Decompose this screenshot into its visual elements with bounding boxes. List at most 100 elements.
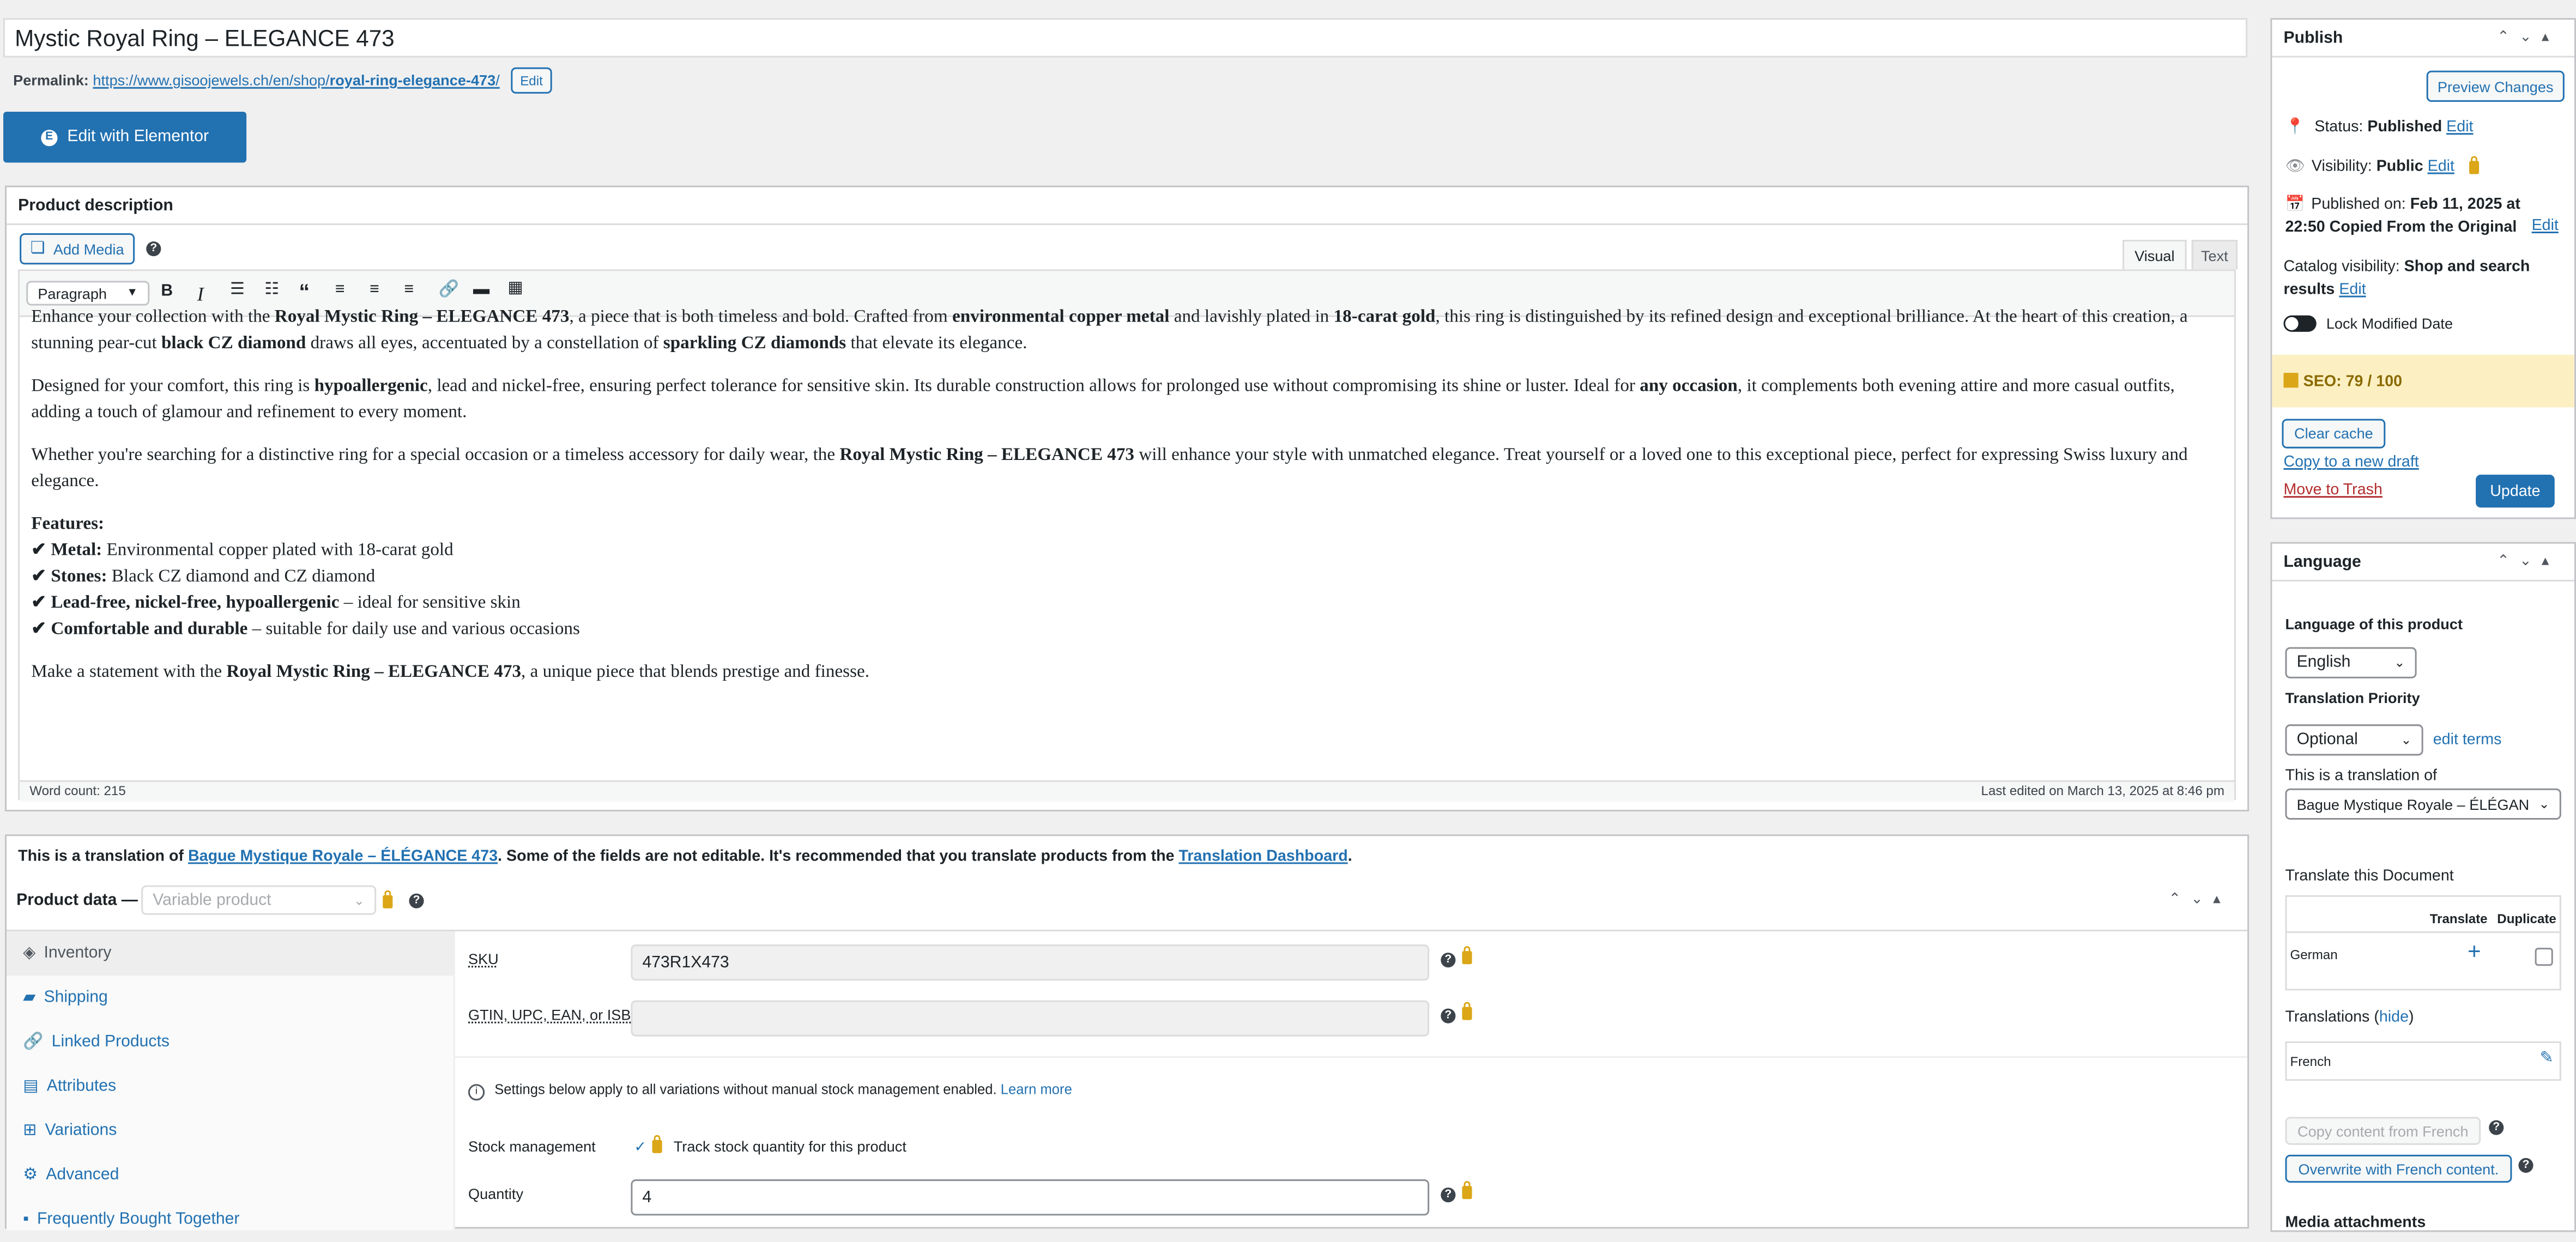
translation-priority-select[interactable]: Optional ⌄ (2285, 724, 2423, 756)
tab-shipping[interactable]: ▰ Shipping (7, 976, 453, 1020)
help-icon[interactable]: ? (2489, 1120, 2504, 1135)
original-product-link[interactable]: Bague Mystique Royale – ÉLÉGANCE 473 (188, 847, 498, 865)
update-button[interactable]: Update (2476, 475, 2555, 508)
language-select[interactable]: English ⌄ (2285, 647, 2417, 678)
help-icon[interactable]: ? (2518, 1158, 2533, 1173)
edit-with-elementor-button[interactable]: E Edit with Elementor (3, 111, 247, 163)
copy-content-button[interactable]: Copy content from French (2285, 1117, 2481, 1145)
p1-bold-5: sparkling CZ diamonds (663, 333, 846, 354)
p4-bold-1: Royal Mystic Ring – ELEGANCE 473 (226, 662, 522, 682)
sku-input[interactable]: 473R1X473 (631, 944, 1430, 981)
translation-notice: This is a translation of Bague Mystique … (18, 847, 1352, 865)
panel-arrows[interactable]: ⌃⌄▴ (2497, 552, 2559, 570)
add-media-button[interactable]: ❏ Add Media (20, 233, 135, 265)
stock-management-checkbox[interactable]: ✓ (634, 1138, 646, 1156)
align-center-icon[interactable]: ≡ (370, 281, 379, 299)
tab-inventory[interactable]: ◈ Inventory (7, 931, 453, 976)
preview-changes-button[interactable]: Preview Changes (2426, 70, 2565, 102)
translation-dashboard-link[interactable]: Translation Dashboard (1178, 847, 1347, 865)
link-icon: 🔗 (23, 1033, 44, 1051)
bold-icon[interactable]: B (161, 282, 173, 300)
copy-to-draft-link[interactable]: Copy to a new draft (2283, 453, 2418, 471)
p2-text-a: Designed for your comfort, this ring is (31, 376, 315, 396)
tab-visual[interactable]: Visual (2123, 240, 2187, 270)
tab-advanced[interactable]: ⚙ Advanced (7, 1153, 453, 1197)
pencil-icon[interactable]: ✎ (2540, 1050, 2554, 1068)
description-paragraph-2: Designed for your comfort, this ring is … (31, 373, 2226, 425)
tab-label: Attributes (46, 1077, 117, 1096)
published-row: 📅 Published on: Feb 11, 2025 at 22:50 Cop… (2285, 194, 2564, 240)
visibility-row: 👁 Visibility: Public Edit (2285, 157, 2454, 175)
product-type-select[interactable]: Variable product ⌄ (141, 885, 377, 915)
notice-text-c: . (1347, 847, 1352, 866)
table-divider (2287, 931, 2560, 933)
gear-icon: ⚙ (23, 1166, 38, 1185)
learn-more-link[interactable]: Learn more (1001, 1081, 1072, 1097)
published-date: Feb 11, 2025 at (2410, 195, 2520, 214)
edit-terms-link[interactable]: edit terms (2433, 731, 2502, 749)
copy-content-label: Copy content from French (2297, 1123, 2469, 1140)
help-icon[interactable]: ? (409, 893, 424, 908)
seo-icon (2283, 373, 2299, 388)
variations-notice: i Settings below apply to all variations … (468, 1081, 1072, 1101)
toolbar-toggle-icon[interactable]: ▦ (507, 279, 523, 297)
format-label: Paragraph (38, 284, 107, 302)
move-to-trash-link[interactable]: Move to Trash (2283, 481, 2382, 499)
help-icon[interactable]: ? (1441, 1188, 1456, 1203)
blockquote-icon[interactable]: “ (299, 279, 310, 304)
plus-icon[interactable]: + (2468, 938, 2481, 964)
catalog-edit-link[interactable]: Edit (2339, 281, 2366, 299)
clear-cache-button[interactable]: Clear cache (2282, 419, 2386, 449)
permalink-link[interactable]: https://www.gisoojewels.ch/en/shop/royal… (93, 72, 499, 89)
visibility-label: Visibility: (2311, 157, 2372, 176)
tab-linked-products[interactable]: 🔗 Linked Products (7, 1020, 453, 1064)
format-select[interactable]: Paragraph ▼ (26, 281, 150, 306)
calendar-icon: 📅 (2285, 195, 2305, 214)
p1-text-c: , a piece that is both timeless and bold… (569, 307, 952, 327)
visibility-edit-link[interactable]: Edit (2428, 157, 2454, 175)
row-lang-german: German (2290, 948, 2338, 963)
gtin-input[interactable] (631, 1000, 1430, 1037)
overwrite-button[interactable]: Overwrite with French content. (2285, 1154, 2512, 1183)
quantity-value: 4 (642, 1188, 652, 1207)
help-icon[interactable]: ? (1441, 953, 1456, 968)
link-icon[interactable]: 🔗 (439, 281, 459, 299)
editor-content[interactable]: Enhance your collection with the Royal M… (31, 304, 2226, 701)
align-right-icon[interactable]: ≡ (404, 281, 414, 299)
translate-table: Translate Duplicate German + (2285, 895, 2561, 991)
tab-label: Variations (45, 1122, 117, 1140)
translation-of-label: This is a translation of (2285, 767, 2437, 785)
description-paragraph-4: Make a statement with the Royal Mystic R… (31, 659, 2226, 685)
panel-arrows[interactable]: ⌃⌄▴ (2497, 28, 2559, 46)
hide-link[interactable]: hide (2379, 1009, 2409, 1027)
product-data-box: This is a translation of Bague Mystique … (5, 834, 2250, 1231)
stock-management-label: Stock management (468, 1138, 596, 1155)
clear-cache-label: Clear cache (2294, 425, 2373, 442)
tab-text[interactable]: Text (2191, 240, 2238, 270)
panel-arrows[interactable]: ⌃⌄▴ (2168, 890, 2230, 908)
translation-of-select[interactable]: Bague Mystique Royale – ÉLÉGAN ⌄ (2285, 788, 2561, 820)
p1-bold-2: environmental copper metal (952, 307, 1170, 327)
tab-attributes[interactable]: ▤ Attributes (7, 1064, 453, 1108)
quantity-input[interactable]: 4 (631, 1179, 1430, 1216)
french-translation: French (2290, 1054, 2331, 1070)
title-input[interactable]: Mystic Royal Ring – ELEGANCE 473 (3, 18, 2248, 58)
duplicate-checkbox[interactable] (2535, 948, 2553, 966)
elementor-label: Edit with Elementor (67, 128, 209, 147)
lock-icon (2469, 156, 2480, 174)
help-icon[interactable]: ? (1441, 1008, 1456, 1023)
lock-modified-toggle[interactable] (2283, 315, 2317, 332)
feature-text: Environmental copper plated with 18-cara… (102, 540, 453, 560)
lock-icon (1462, 1002, 1472, 1020)
bullet-list-icon[interactable]: ☰ (230, 281, 245, 299)
published-edit-link[interactable]: Edit (2532, 217, 2559, 235)
tab-variations[interactable]: ⊞ Variations (7, 1108, 453, 1153)
word-count: Word count: 215 (29, 783, 126, 798)
numbered-list-icon[interactable]: ☷ (264, 281, 279, 299)
read-more-icon[interactable]: ▬ (473, 281, 489, 299)
help-icon[interactable]: ? (146, 241, 161, 257)
permalink-edit-button[interactable]: Edit (511, 67, 552, 94)
align-left-icon[interactable]: ≡ (335, 281, 345, 299)
status-edit-link[interactable]: Edit (2446, 118, 2473, 136)
add-media-icon: ❏ (30, 240, 45, 258)
